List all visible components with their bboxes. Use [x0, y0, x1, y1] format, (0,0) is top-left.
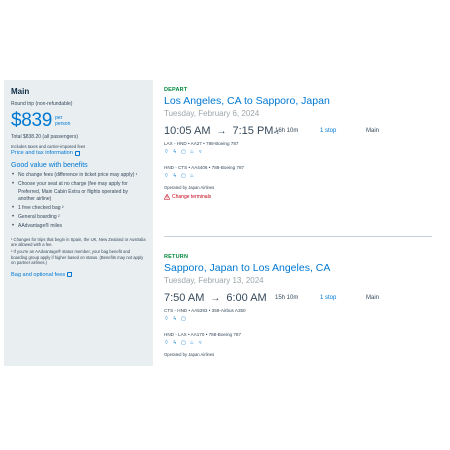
- per-person-label: per person: [55, 115, 71, 127]
- benefit-item: General boarding ²: [11, 214, 146, 222]
- amenities: ⌔ ϟ ▢ ♨: [164, 173, 434, 179]
- depart-operated-by: Operated by Japan Airlines: [164, 185, 215, 190]
- entertainment-icon: ▢: [181, 172, 186, 179]
- depart-leg-2: HND - CTS • AA4406 • 788-Boeing 787: [164, 165, 245, 170]
- entertainment-icon: ▢: [181, 315, 186, 322]
- entertainment-icon: ▢: [181, 148, 186, 155]
- depart-date: Tuesday, February 6, 2024: [164, 109, 260, 118]
- price-row: $839 per person: [11, 111, 146, 131]
- drink-icon: ▿: [198, 148, 202, 155]
- depart-times: 10:05 AM → 7:15 PM +1 16h 10m 1 stop Main: [164, 125, 434, 138]
- depart-cabin: Main: [366, 128, 380, 134]
- power-icon: ϟ: [173, 315, 177, 322]
- return-times: 7:50 AM → 6:00 AM 15h 10m 1 stop Main: [164, 292, 434, 305]
- depart-label: DEPART: [164, 87, 188, 93]
- benefit-item: AAdvantage® miles: [11, 223, 146, 231]
- price-tax-link[interactable]: Price and tax information: [11, 150, 146, 156]
- warning-icon: [164, 194, 170, 200]
- return-route: Sapporo, Japan to Los Angeles, CA: [164, 262, 331, 274]
- price-tax-link-label: Price and tax information: [11, 150, 73, 156]
- depart-segment: DEPART Los Angeles, CA to Sapporo, Japan…: [164, 87, 434, 200]
- return-leg-2: HND - LAX • AA170 • 788-Boeing 787: [164, 332, 242, 337]
- arrow-right-icon: →: [216, 126, 227, 137]
- depart-leg-1: LAX - HND • AA27 • 788-Boeing 787: [164, 141, 239, 146]
- footnote-1: ¹ Changes for trips that begin in Spain,…: [11, 236, 146, 247]
- return-stops-link[interactable]: 1 stop: [320, 295, 336, 301]
- benefit-item: 1 free checked bag ²: [11, 205, 146, 213]
- return-segment: RETURN Sapporo, Japan to Los Angeles, CA…: [164, 254, 434, 357]
- fare-summary-panel: Main Round trip (non-refundable) $839 pe…: [4, 80, 153, 366]
- power-icon: ϟ: [173, 339, 177, 346]
- depart-arrival-time: 7:15 PM: [232, 125, 274, 137]
- food-icon: ♨: [189, 148, 194, 155]
- arrow-right-icon: →: [210, 293, 221, 304]
- total-price: Total $838.20 (all passengers): [11, 134, 78, 140]
- power-icon: ϟ: [173, 148, 177, 155]
- change-terminals-warning: Change terminals: [164, 194, 434, 200]
- power-icon: ϟ: [173, 172, 177, 179]
- depart-departure-time: 10:05 AM: [164, 125, 211, 137]
- return-operated-by: Operated by Japan Airlines: [164, 352, 215, 357]
- bag-fees-link-label: Bag and optional fees: [11, 271, 66, 278]
- food-icon: ♨: [189, 339, 194, 346]
- wifi-icon: ⌔: [164, 148, 169, 155]
- return-departure-time: 7:50 AM: [164, 292, 205, 304]
- food-icon: ♨: [189, 172, 194, 179]
- external-link-icon: [74, 150, 80, 156]
- return-cabin: Main: [366, 295, 380, 301]
- benefits-title: Good value with benefits: [11, 162, 88, 169]
- return-leg-1: CTS - HND • AA5393 • 359-Airbus A350: [164, 308, 246, 313]
- depart-route: Los Angeles, CA to Sapporo, Japan: [164, 95, 330, 107]
- depart-stops-link[interactable]: 1 stop: [320, 128, 336, 134]
- trip-type: Round trip (non-refundable): [11, 101, 73, 107]
- amenities: ⌔ ϟ ▢ ♨ ▿: [164, 340, 434, 346]
- drink-icon: ▿: [198, 339, 202, 346]
- wifi-icon: ⌔: [164, 339, 169, 346]
- entertainment-icon: ▢: [181, 339, 186, 346]
- external-link-icon: [67, 272, 73, 278]
- return-date: Tuesday, February 13, 2024: [164, 276, 264, 285]
- taxes-note: Includes taxes and carrier-imposed fees: [11, 144, 86, 149]
- benefit-item: Choose your seat at no charge (fee may a…: [11, 181, 146, 204]
- bag-fees-link[interactable]: Bag and optional fees: [11, 272, 146, 278]
- segment-divider: [164, 236, 432, 237]
- price: $839: [11, 110, 53, 131]
- depart-duration: 16h 10m: [275, 128, 299, 134]
- change-terminals-label: Change terminals: [172, 194, 212, 200]
- return-duration: 15h 10m: [275, 295, 299, 301]
- return-label: RETURN: [164, 254, 189, 260]
- wifi-icon: ⌔: [164, 172, 169, 179]
- cabin-title: Main: [11, 87, 30, 96]
- benefits-list: No change fees (difference in ticket pri…: [11, 172, 146, 231]
- benefit-item: No change fees (difference in ticket pri…: [11, 172, 146, 180]
- wifi-icon: ⌔: [164, 315, 169, 322]
- footnote-2: ² If you're an AAdvantage® status member…: [11, 249, 144, 266]
- return-arrival-time: 6:00 AM: [226, 292, 267, 304]
